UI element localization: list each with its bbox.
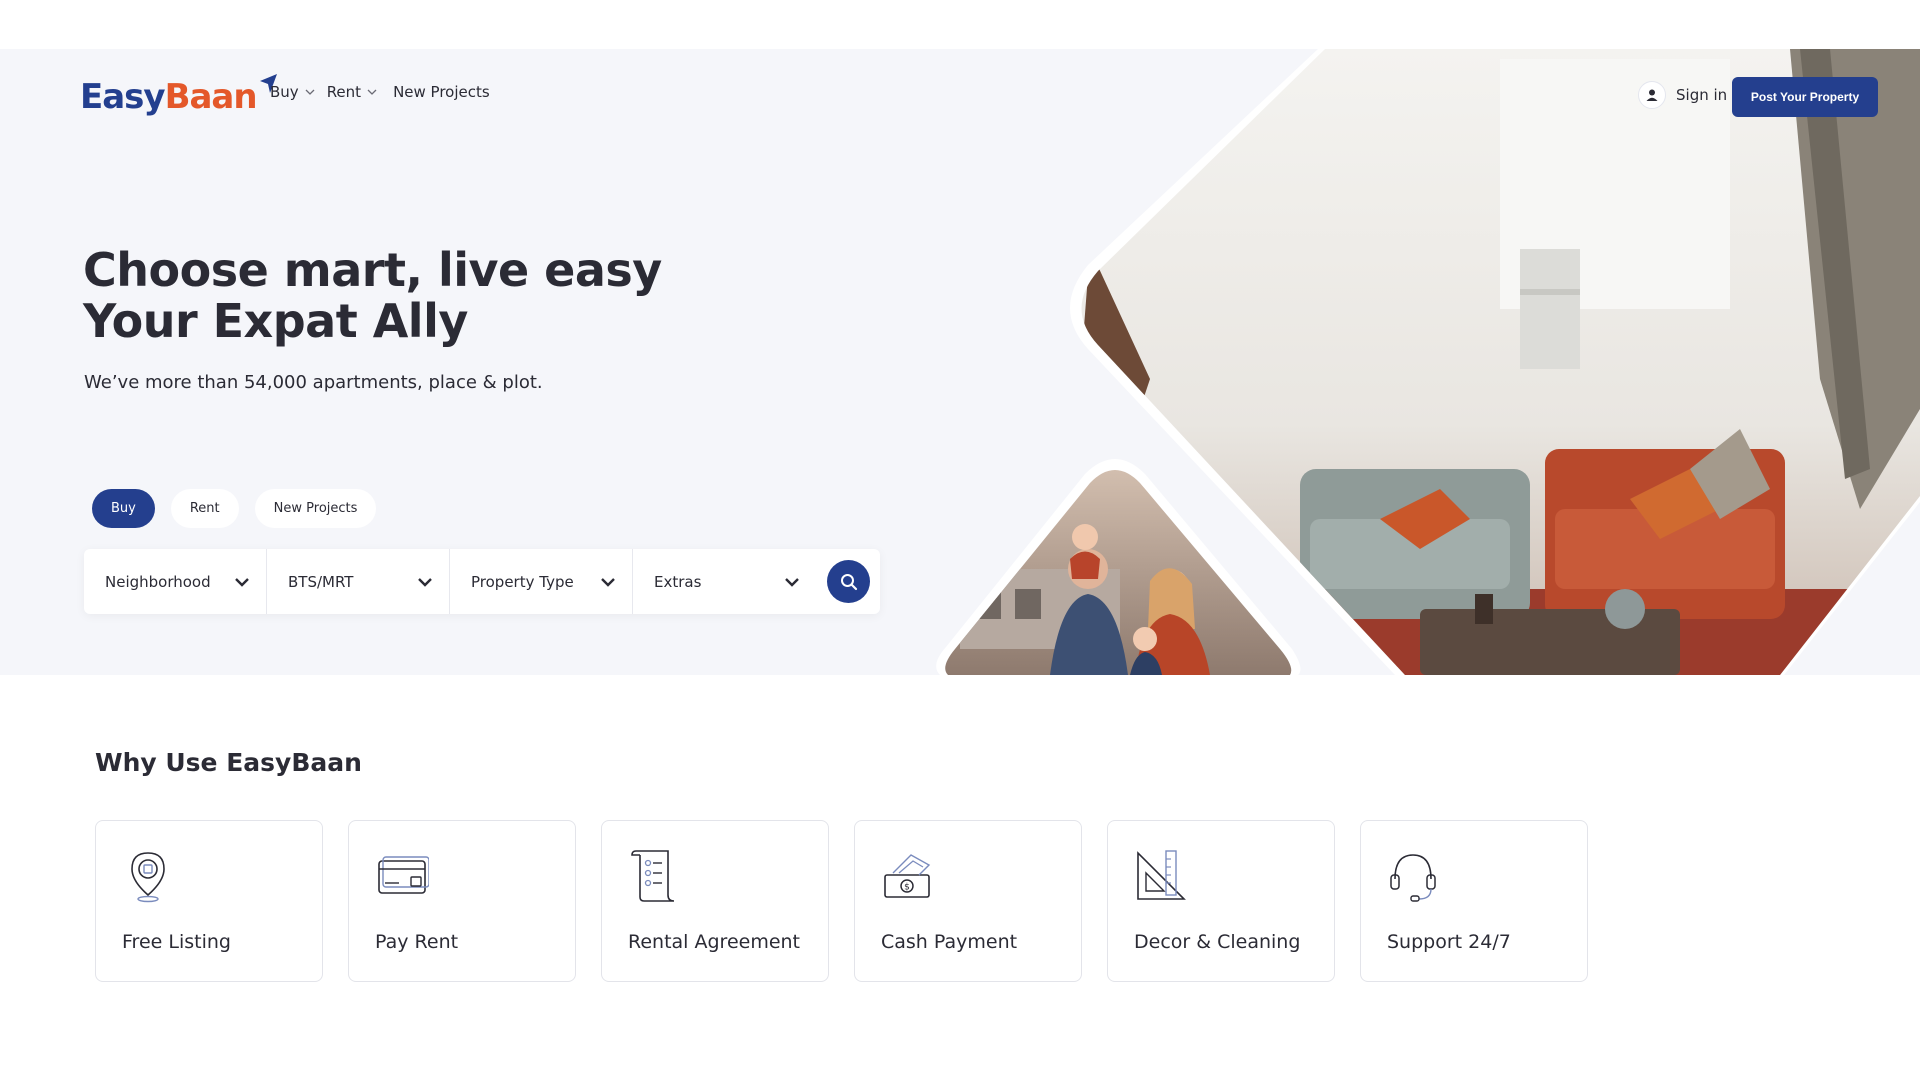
- tab-rent[interactable]: Rent: [170, 489, 239, 528]
- credit-card-icon: [378, 856, 429, 894]
- nav-item-buy[interactable]: Buy: [270, 83, 315, 101]
- card-support[interactable]: Support 24/7: [1360, 820, 1588, 982]
- logo-text-baan: Baan: [164, 77, 258, 117]
- sign-in-link[interactable]: Sign in: [1638, 81, 1727, 109]
- search-button[interactable]: [827, 560, 870, 603]
- search-tabs: Buy Rent New Projects: [92, 489, 377, 528]
- hero-section: Easy Baan Buy Rent New Projects Sign in P…: [0, 49, 1920, 675]
- search-icon: [840, 573, 857, 590]
- field-label: Neighborhood: [105, 572, 211, 591]
- hero-headline: Choose mart, live easy Your Expat Ally: [83, 245, 662, 347]
- location-pin-icon: [131, 852, 165, 903]
- ruler-triangle-icon: [1137, 850, 1186, 900]
- headline-line-1: Choose mart, live easy: [83, 243, 662, 297]
- card-cash-payment[interactable]: $ Cash Payment: [854, 820, 1082, 982]
- card-label: Free Listing: [122, 931, 231, 953]
- bts-mrt-select[interactable]: BTS/MRT: [267, 549, 450, 614]
- nav-item-new-projects[interactable]: New Projects: [393, 83, 490, 101]
- extras-select[interactable]: Extras: [633, 549, 816, 614]
- chevron-down-icon: [601, 577, 615, 587]
- card-decor-cleaning[interactable]: Decor & Cleaning: [1107, 820, 1335, 982]
- chevron-down-icon: [418, 577, 432, 587]
- hero-subline: We’ve more than 54,000 apartments, place…: [84, 372, 543, 393]
- search-bar: Neighborhood BTS/MRT Property Type Extra…: [84, 549, 880, 614]
- svg-text:$: $: [904, 883, 910, 893]
- nav-item-label: New Projects: [393, 83, 490, 101]
- card-label: Decor & Cleaning: [1134, 931, 1301, 953]
- field-label: BTS/MRT: [288, 572, 354, 591]
- headset-icon: [1390, 854, 1436, 902]
- chevron-down-icon: [367, 89, 377, 95]
- user-icon: [1638, 81, 1666, 109]
- card-label: Cash Payment: [881, 931, 1018, 953]
- chevron-down-icon: [305, 89, 315, 95]
- why-cards: Free Listing Pay Rent Rental Agreement $…: [95, 820, 1588, 982]
- document-scroll-icon: [631, 850, 675, 902]
- nav-item-label: Buy: [270, 83, 299, 101]
- card-label: Pay Rent: [375, 931, 459, 953]
- chevron-down-icon: [235, 577, 249, 587]
- nav-item-rent[interactable]: Rent: [327, 83, 377, 101]
- main-nav: Buy Rent New Projects: [270, 83, 490, 101]
- property-type-select[interactable]: Property Type: [450, 549, 633, 614]
- why-section-title: Why Use EasyBaan: [95, 748, 362, 777]
- card-label: Rental Agreement: [628, 931, 801, 953]
- sign-in-label: Sign in: [1676, 86, 1728, 104]
- field-label: Property Type: [471, 572, 574, 591]
- neighborhood-select[interactable]: Neighborhood: [84, 549, 267, 614]
- tab-new-projects[interactable]: New Projects: [254, 489, 377, 528]
- card-pay-rent[interactable]: Pay Rent: [348, 820, 576, 982]
- post-property-button[interactable]: Post Your Property: [1732, 77, 1878, 117]
- field-label: Extras: [654, 572, 702, 591]
- brand-logo[interactable]: Easy Baan: [80, 74, 278, 119]
- card-label: Support 24/7: [1387, 931, 1511, 953]
- tab-buy[interactable]: Buy: [92, 489, 155, 528]
- chevron-down-icon: [785, 577, 799, 587]
- card-rental-agreement[interactable]: Rental Agreement: [601, 820, 829, 982]
- logo-text-easy: Easy: [80, 77, 166, 117]
- card-free-listing[interactable]: Free Listing: [95, 820, 323, 982]
- headline-line-2: Your Expat Ally: [83, 294, 468, 348]
- cash-icon: $: [884, 854, 931, 898]
- nav-item-label: Rent: [326, 83, 362, 101]
